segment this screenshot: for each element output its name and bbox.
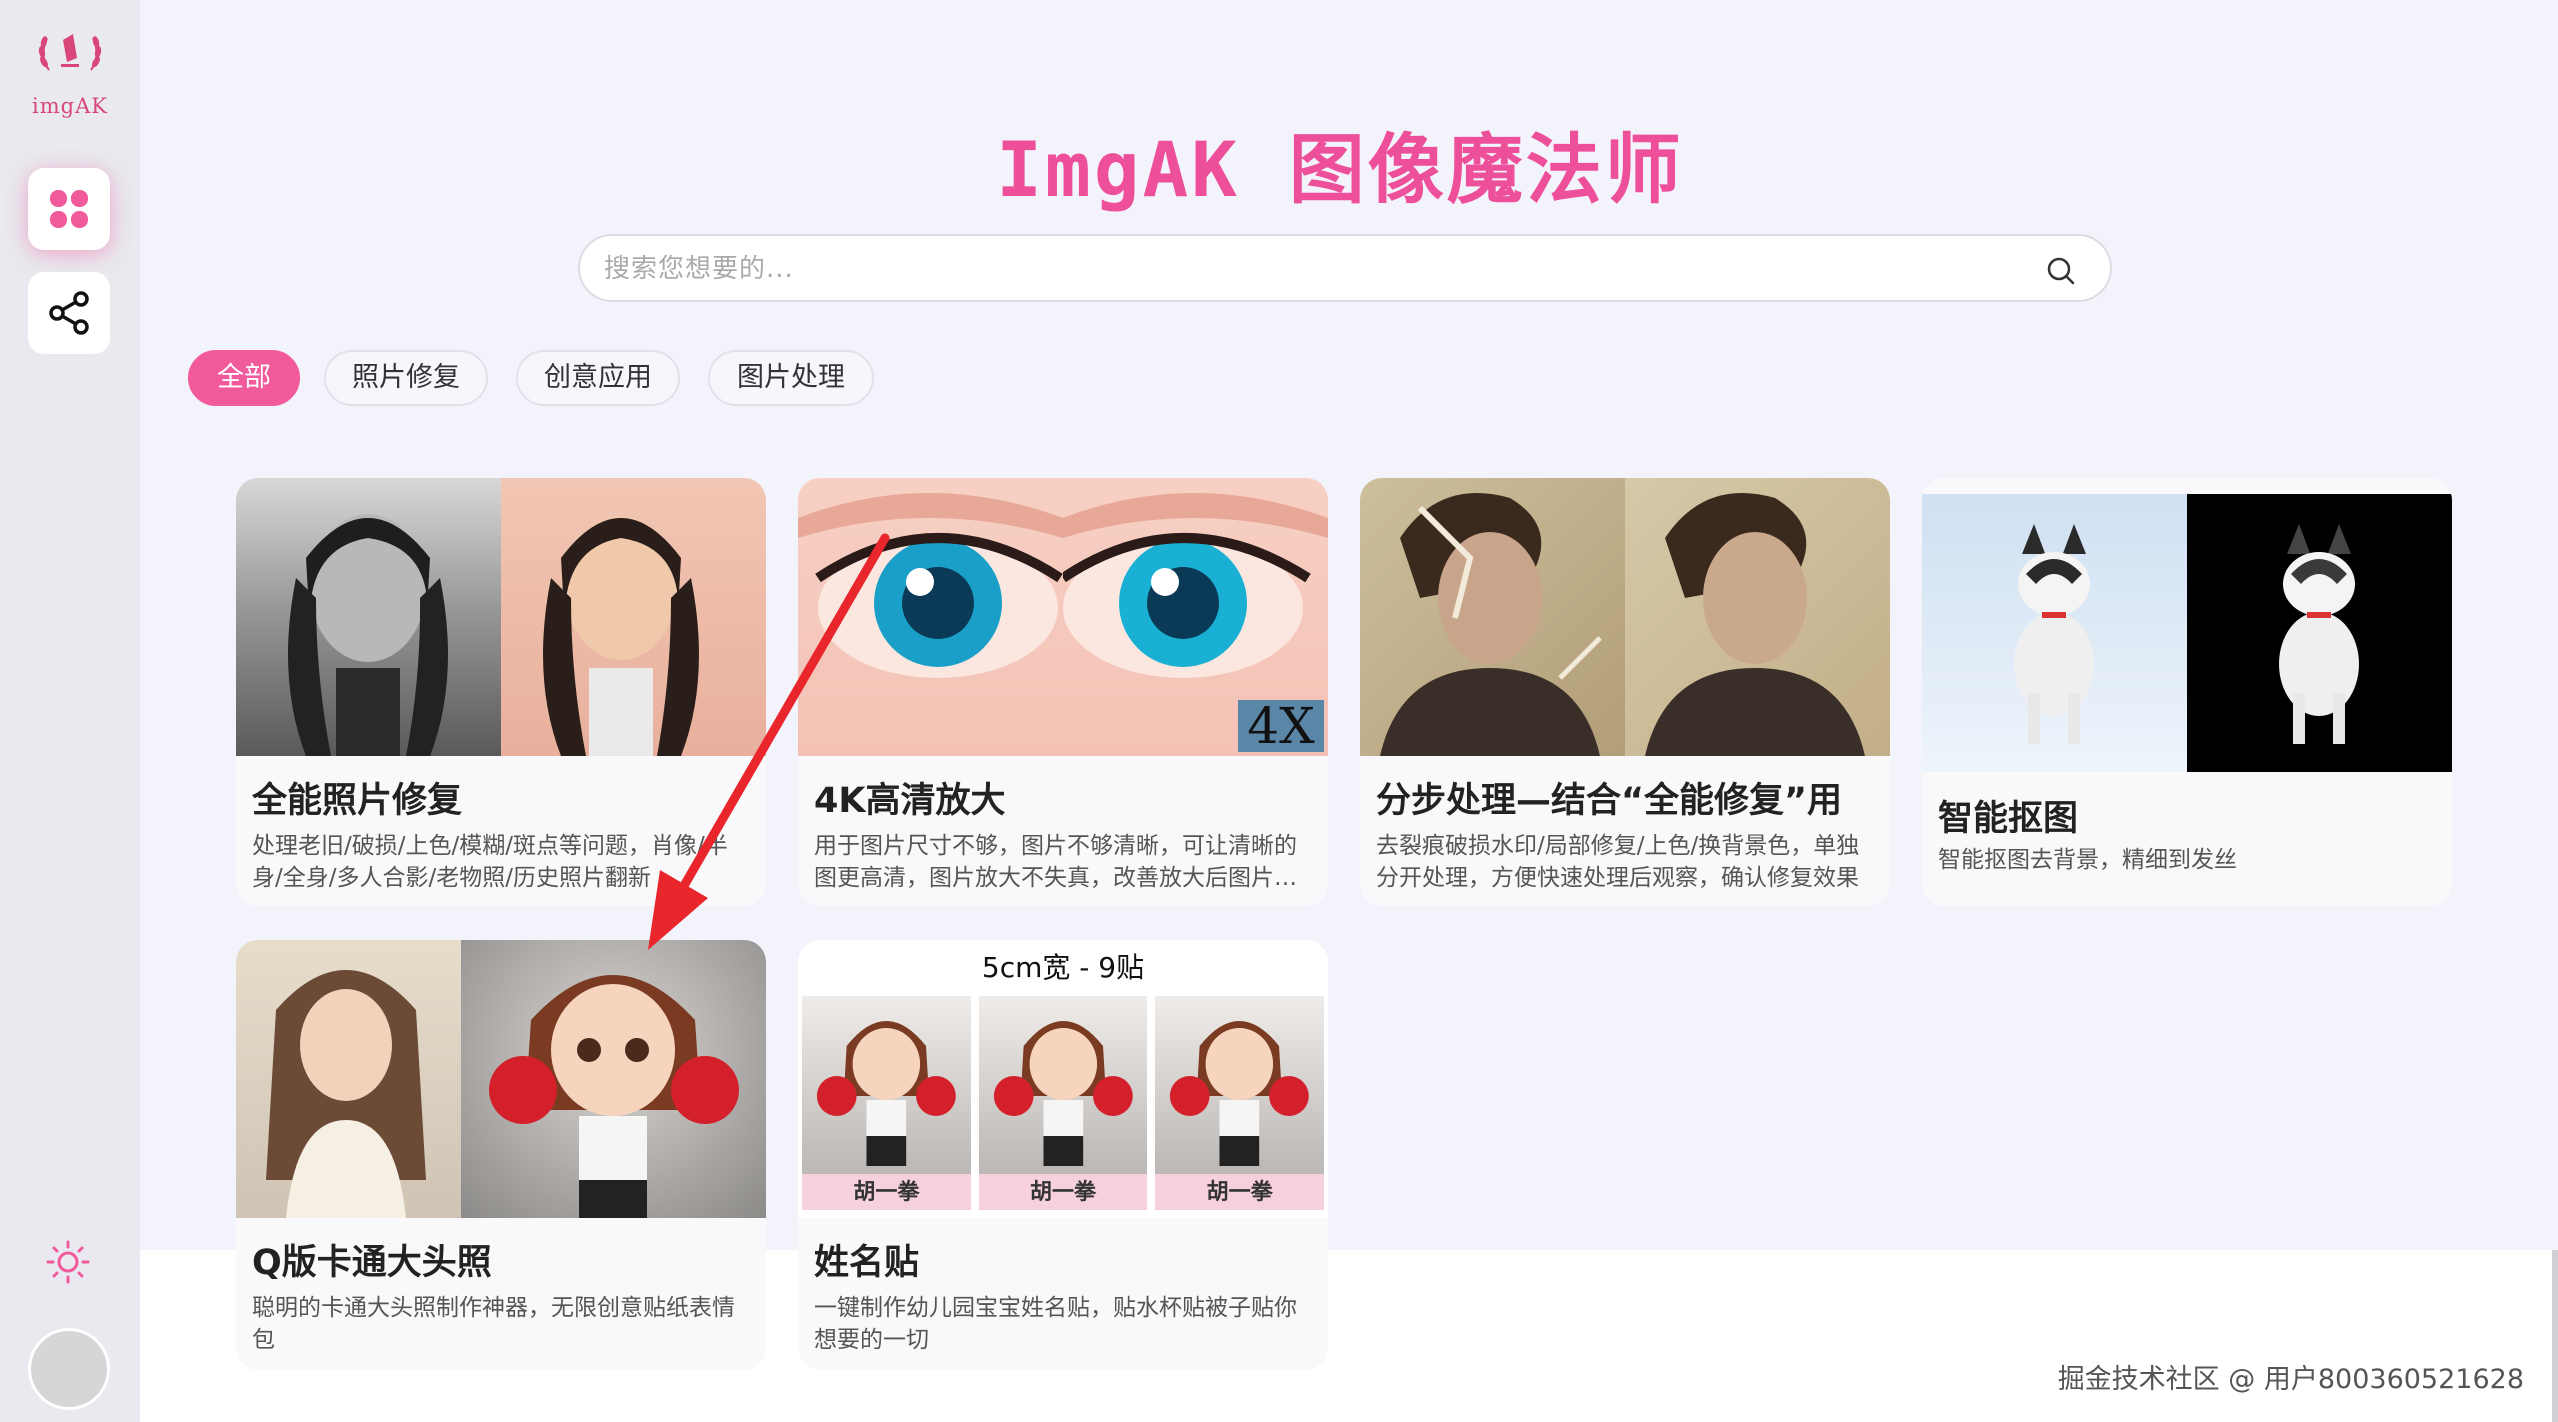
card-description: 处理老旧/破损/上色/模糊/斑点等问题，肖像/半身/全身/多人合影/老物照/历史…: [252, 833, 728, 891]
filter-photo-repair[interactable]: 照片修复: [324, 350, 488, 406]
sticker-name: 胡一拳: [978, 1174, 1148, 1210]
scrollbar[interactable]: [2552, 1250, 2558, 1422]
sidebar: imgAK: [0, 0, 140, 1422]
card-description: 去裂痕破损水印/局部修复/上色/换背景色，单独分开处理，方便快速处理后观察，确认…: [1376, 833, 1860, 891]
card-cartoon-avatar[interactable]: Q版卡通大头照 聪明的卡通大头照制作神器，无限创意贴纸表情包: [236, 940, 766, 1370]
apps-grid-icon: [50, 190, 88, 228]
card-title: 全能照片修复: [252, 781, 463, 821]
card-description: 聪明的卡通大头照制作神器，无限创意贴纸表情包: [252, 1295, 735, 1353]
share-button[interactable]: [28, 272, 110, 354]
card-image: [236, 478, 766, 756]
sticker-header: 5cm宽 - 9贴: [981, 951, 1145, 984]
logo-text: imgAK: [32, 94, 108, 118]
apps-button[interactable]: [28, 168, 110, 250]
filter-all[interactable]: 全部: [188, 350, 300, 406]
share-icon: [49, 291, 89, 335]
logo-laurel-icon: [22, 28, 118, 94]
card-photo-repair[interactable]: 全能照片修复 处理老旧/破损/上色/模糊/斑点等问题，肖像/半身/全身/多人合影…: [236, 478, 766, 906]
main-area: ImgAK 图像魔法师 全部 照片修复 创意应用 图片处理: [140, 0, 2558, 1370]
card-description: 用于图片尺寸不够，图片不够清晰，可让清晰的图更高清，图片放大不失真，改善放大后图…: [814, 833, 1297, 891]
card-title: 姓名贴: [814, 1243, 920, 1283]
search-bar[interactable]: [578, 234, 2112, 302]
card-description: 一键制作幼儿园宝宝姓名贴，贴水杯贴被子贴你想要的一切: [814, 1295, 1297, 1353]
card-title: Q版卡通大头照: [252, 1243, 492, 1283]
card-description: 智能抠图去背景，精细到发丝: [1938, 847, 2237, 873]
card-image: [236, 940, 766, 1218]
card-title: 智能抠图: [1938, 799, 2079, 839]
filter-image-processing[interactable]: 图片处理: [708, 350, 874, 406]
filter-creative[interactable]: 创意应用: [516, 350, 680, 406]
sticker-item: 胡一拳: [978, 996, 1148, 1210]
card-name-sticker[interactable]: 5cm宽 - 9贴 胡一拳 胡一拳 胡一拳 姓名贴 一键制作幼儿园宝宝姓名贴，贴…: [798, 940, 1328, 1370]
card-title: 分步处理—结合“全能修复”用: [1376, 781, 1843, 821]
page-title: ImgAK 图像魔法师: [996, 125, 1684, 214]
sticker-name: 胡一拳: [802, 1174, 971, 1210]
search-icon[interactable]: [2046, 256, 2076, 286]
4x-badge: 4X: [1238, 700, 1324, 752]
search-input[interactable]: [604, 250, 2004, 288]
sticker-item: 胡一拳: [1155, 996, 1325, 1210]
avatar[interactable]: [28, 1328, 110, 1410]
card-smart-cutout[interactable]: 智能抠图 智能抠图去背景，精细到发丝: [1922, 478, 2452, 906]
sticker-name: 胡一拳: [1155, 1174, 1325, 1210]
card-image: [1360, 478, 1890, 756]
card-4k-upscale[interactable]: 4X 4K高清放大 用于图片尺寸不够，图片不够清晰，可让清晰的图更高清，图片放大…: [798, 478, 1328, 906]
card-step-processing[interactable]: 分步处理—结合“全能修复”用 去裂痕破损水印/局部修复/上色/换背景色，单独分开…: [1360, 478, 1890, 906]
sticker-row: 胡一拳 胡一拳 胡一拳: [798, 996, 1328, 1218]
logo[interactable]: imgAK: [22, 28, 118, 118]
sticker-item: 胡一拳: [802, 996, 971, 1210]
card-title: 4K高清放大: [814, 781, 1006, 821]
sun-icon: [46, 1240, 90, 1284]
card-image: [1922, 494, 2452, 772]
card-image: 5cm宽 - 9贴 胡一拳 胡一拳 胡一拳: [798, 940, 1328, 1218]
watermark: 掘金技术社区 @ 用户800360521628: [2057, 1364, 2524, 1395]
theme-toggle-button[interactable]: [44, 1238, 92, 1286]
card-image: 4X: [798, 478, 1328, 756]
